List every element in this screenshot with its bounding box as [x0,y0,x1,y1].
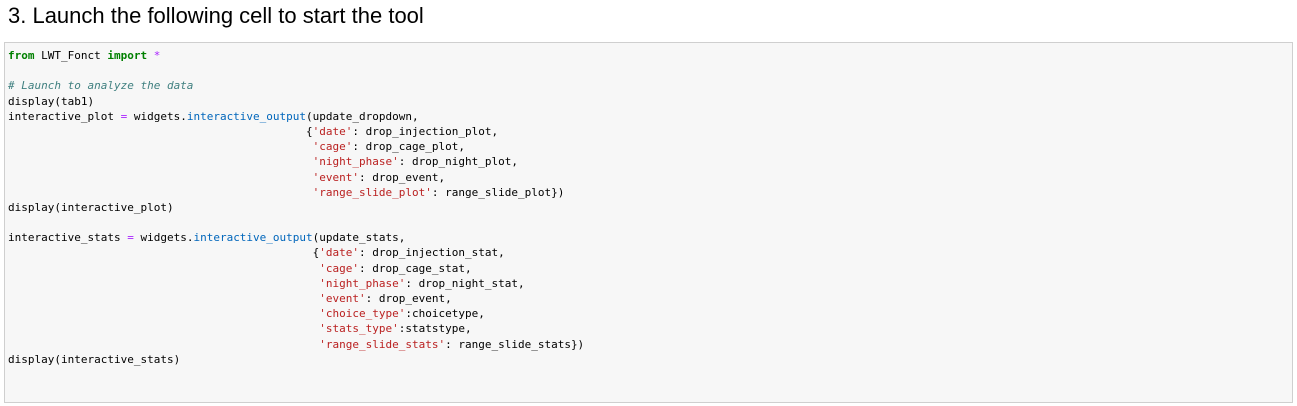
dict-value: : drop_night_stat, [405,276,525,290]
dict-key: 'night_phase' [312,155,399,169]
interactive-output-function: interactive_output [186,109,307,123]
dict-key: 'night_phase' [319,276,406,290]
dict-key: 'range_slide_plot' [312,185,432,199]
code-line-display-stats: display(interactive_stats) [8,352,584,367]
dict-value: :choicetype, [405,307,485,321]
keyword-import: import [107,49,148,62]
section-heading: 3. Launch the following cell to start th… [8,3,424,28]
code-cell[interactable]: from LWT_Fonct import * # Launch to analy… [4,42,1293,403]
code-line-stats-dict: 'night_phase': drop_night_stat, [8,276,584,291]
import-star: * [153,49,161,62]
code-line-stats-dict: 'range_slide_stats': range_slide_stats}) [8,337,584,352]
code-line-plot-dict: 'cage': drop_cage_plot, [8,139,584,154]
update-stats-arg: (update_stats, [312,231,406,245]
dict-value: : drop_injection_stat, [359,246,505,260]
update-dropdown-arg: (update_dropdown, [306,109,419,123]
dict-value: : drop_injection_plot, [352,124,499,138]
dict-value: : drop_night_plot, [398,155,518,169]
dict-key: 'cage' [312,140,353,154]
code-line-stats-dict: 'stats_type':statstype, [8,321,584,336]
code-line-plot-dict: 'night_phase': drop_night_plot, [8,154,584,169]
code-line-stats-dict: 'cage': drop_cage_stat, [8,261,584,276]
dict-value: :statstype, [398,322,472,336]
dict-key: 'event' [319,292,366,305]
dict-key: 'date' [319,246,360,260]
dict-value: : drop_event, [365,292,452,305]
dict-value: : drop_cage_plot, [352,140,465,154]
code-line-plot-dict: 'event': drop_event, [8,170,584,185]
display-stats-call: display(interactive_stats) [8,352,181,366]
dict-key: 'choice_type' [319,307,406,321]
dict-key: 'range_slide_stats' [319,337,446,351]
dict-key: 'stats_type' [319,322,399,336]
code-line-import: from LWT_Fonct import * [8,48,584,63]
widgets-prefix: widgets. [133,109,187,123]
code-line-plot-dict: 'range_slide_plot': range_slide_plot}) [8,185,584,200]
assign-operator: = [120,109,128,123]
code-line-display-tab1: display(tab1) [8,94,584,109]
code-line-comment: # Launch to analyze the data [8,78,584,93]
code-line-display-plot: display(interactive_plot) [8,200,584,215]
dict-key: 'cage' [319,261,360,275]
code-line-plot-assign: interactive_plot = widgets.interactive_o… [8,109,584,124]
widgets-prefix: widgets. [140,231,194,245]
code-line-plot-dict: {'date': drop_injection_plot, [8,124,499,138]
dict-value: : range_slide_stats}) [445,337,585,351]
code-line-stats-dict: 'choice_type':choicetype, [8,306,584,321]
dict-value: : range_slide_plot}) [431,185,565,199]
display-tab1-call: display(tab1) [8,94,95,108]
module-name: LWT_Fonct [34,49,108,62]
interactive-output-function: interactive_output [193,231,313,245]
display-plot-call: display(interactive_plot) [8,200,174,214]
code-block[interactable]: from LWT_Fonct import * # Launch to analy… [8,48,584,367]
dict-key: 'date' [312,124,353,138]
code-line-stats-dict: 'event': drop_event, [8,291,584,306]
code-line-stats-dict: {'date': drop_injection_stat, [8,246,505,260]
dict-value: : drop_event, [359,170,446,184]
keyword-from: from [8,49,35,62]
plot-variable: interactive_plot [8,109,114,123]
code-line-stats-assign: interactive_stats = widgets.interactive_… [8,230,584,245]
dict-key: 'event' [312,170,359,184]
assign-operator: = [127,231,134,245]
dict-value: : drop_cage_stat, [359,261,472,275]
code-comment: # Launch to analyze the data [8,79,194,93]
stats-variable: interactive_stats [8,231,121,245]
